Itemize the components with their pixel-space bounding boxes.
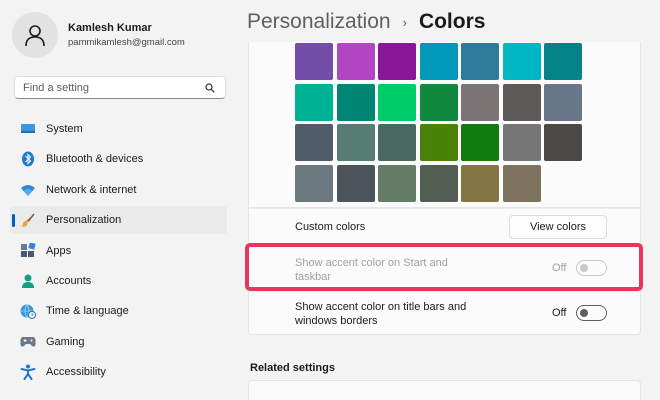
color-swatch[interactable]	[544, 83, 582, 121]
sidebar-item-personalization[interactable]: Personalization	[10, 206, 227, 235]
accent-color-palette	[248, 42, 641, 208]
color-swatch[interactable]	[378, 43, 416, 80]
sidebar-item-label: System	[46, 123, 83, 135]
color-swatch[interactable]	[461, 164, 499, 202]
color-swatch[interactable]	[419, 164, 458, 202]
bluetooth-icon	[20, 151, 36, 167]
page-title: Colors	[418, 10, 486, 33]
person-icon	[25, 25, 45, 47]
sidebar-item-time-language[interactable]: Time & language	[10, 297, 227, 325]
accent-title-toggle[interactable]	[576, 305, 607, 321]
color-swatch[interactable]	[502, 83, 541, 121]
sidebar: Kamlesh Kumar pammikamlesh@gmail.com Sys…	[0, 0, 232, 400]
accent-start-taskbar-row: Show accent color on Start and taskbar O…	[248, 245, 641, 291]
color-swatch[interactable]	[502, 43, 541, 80]
breadcrumb: Personalization › Colors	[247, 10, 485, 34]
sidebar-item-label: Bluetooth & devices	[46, 153, 144, 166]
color-swatch[interactable]	[295, 164, 333, 202]
accent-title-bars-label: Show accent color on title bars and wind…	[295, 300, 466, 328]
color-swatch[interactable]	[502, 124, 541, 161]
accent-start-toggle-state: Off	[552, 262, 567, 274]
accent-title-label-line2: windows borders	[295, 315, 378, 327]
search-box[interactable]	[14, 76, 226, 99]
sidebar-item-bluetooth[interactable]: Bluetooth & devices	[10, 145, 227, 173]
profile-email: pammikamlesh@gmail.com	[68, 37, 185, 48]
user-profile[interactable]: Kamlesh Kumar pammikamlesh@gmail.com	[12, 12, 185, 58]
color-swatch[interactable]	[378, 83, 416, 121]
color-swatch[interactable]	[295, 124, 333, 161]
accent-start-taskbar-label: Show accent color on Start and taskbar	[295, 256, 448, 284]
color-swatch[interactable]	[502, 164, 541, 202]
accent-start-label-line1: Show accent color on Start and	[295, 257, 448, 269]
monitor-icon	[20, 121, 36, 137]
custom-colors-label: Custom colors	[295, 221, 366, 233]
sidebar-item-network[interactable]: Network & internet	[10, 176, 227, 204]
sidebar-item-accessibility[interactable]: Accessibility	[10, 358, 227, 386]
accent-title-toggle-state: Off	[552, 307, 567, 319]
avatar[interactable]	[12, 12, 58, 58]
profile-name: Kamlesh Kumar	[68, 22, 152, 34]
sidebar-item-label: Accessibility	[46, 366, 106, 379]
color-swatch[interactable]	[544, 43, 582, 80]
view-colors-button[interactable]: View colors	[509, 215, 607, 239]
color-swatch[interactable]	[295, 43, 333, 80]
accent-title-label-line1: Show accent color on title bars and	[295, 301, 467, 313]
accent-start-label-line2: taskbar	[295, 271, 332, 283]
chevron-right-icon: ›	[402, 14, 407, 30]
accent-start-toggle[interactable]	[576, 260, 607, 276]
sidebar-nav: System Bluetooth & devices Network & int…	[10, 115, 227, 389]
color-swatch[interactable]	[544, 124, 582, 161]
breadcrumb-parent[interactable]: Personalization	[247, 10, 391, 34]
brush-icon	[20, 212, 36, 228]
color-swatch[interactable]	[419, 43, 458, 80]
sidebar-item-label: Gaming	[46, 335, 85, 348]
wifi-icon	[20, 182, 36, 198]
color-swatch[interactable]	[378, 164, 416, 202]
search-icon[interactable]	[203, 81, 217, 95]
sidebar-item-system[interactable]: System	[10, 115, 227, 143]
color-swatch[interactable]	[461, 124, 499, 161]
sidebar-item-accounts[interactable]: Accounts	[10, 267, 227, 295]
person-icon	[20, 273, 36, 289]
sidebar-item-label: Apps	[46, 244, 72, 257]
sidebar-item-label: Time & language	[46, 305, 129, 318]
related-settings-heading: Related settings	[250, 362, 335, 374]
sidebar-item-apps[interactable]: Apps	[10, 237, 227, 265]
sidebar-item-label: Personalization	[46, 214, 122, 227]
color-swatch[interactable]	[378, 124, 416, 161]
related-settings-card[interactable]	[248, 380, 641, 400]
color-swatch[interactable]	[419, 83, 458, 121]
color-swatch[interactable]	[336, 164, 375, 202]
apps-icon	[20, 242, 36, 259]
sidebar-item-gaming[interactable]: Gaming	[10, 328, 227, 356]
custom-colors-row: Custom colors View colors	[248, 208, 641, 245]
sidebar-item-label: Network & internet	[46, 183, 137, 196]
color-swatch[interactable]	[336, 124, 375, 161]
color-swatch[interactable]	[461, 83, 499, 121]
search-input[interactable]	[23, 81, 203, 94]
sidebar-item-label: Accounts	[46, 274, 92, 287]
color-swatch[interactable]	[461, 43, 499, 80]
accessibility-icon	[20, 364, 36, 381]
globe-clock-icon	[20, 303, 36, 320]
color-swatch[interactable]	[419, 124, 458, 161]
color-swatch[interactable]	[295, 83, 333, 121]
color-swatch[interactable]	[336, 43, 375, 80]
accent-title-bars-row: Show accent color on title bars and wind…	[248, 291, 641, 335]
gamepad-icon	[20, 334, 36, 350]
color-swatch[interactable]	[336, 83, 375, 121]
